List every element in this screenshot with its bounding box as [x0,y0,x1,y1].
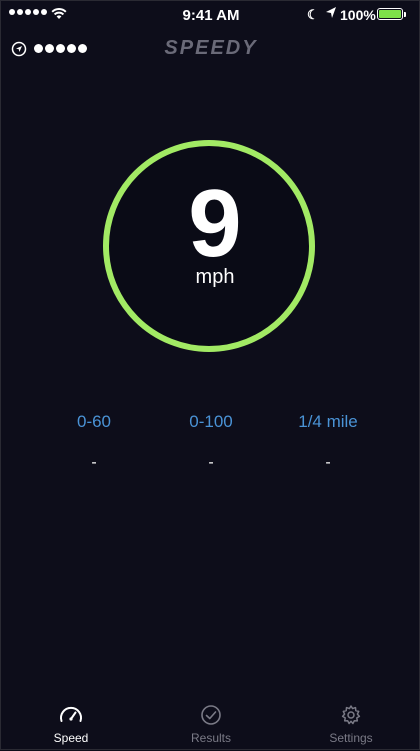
metric-quarter-mile: 1/4 mile - [258,411,398,473]
metric-value: - [325,454,331,471]
battery-icon [377,8,406,20]
speedometer-icon [60,706,82,722]
battery-percentage: 100% [340,7,376,23]
tab-label: Settings [329,731,373,745]
app-screen: 9:41 AM ☾ 100% SPEEDY 9 mph 0-60 - 0-100 [0,0,420,750]
speed-gauge: 9 mph [103,140,315,352]
speed-value: 9 [188,170,242,277]
gear-icon [341,705,361,725]
app-header: SPEEDY [1,29,420,69]
tab-speed[interactable]: Speed [1,699,141,751]
metric-label: 1/4 mile [298,412,358,431]
status-bar: 9:41 AM ☾ 100% [1,1,420,29]
do-not-disturb-icon: ☾ [307,7,319,22]
tab-label: Results [190,731,231,745]
location-arrow-icon [326,7,336,18]
tab-bar: Speed Results Settings [1,699,420,751]
tab-label: Speed [53,731,89,745]
speed-unit: mph [195,266,235,288]
checkmark-circle-icon [201,705,221,725]
tab-settings[interactable]: Settings [281,699,420,751]
app-title: SPEEDY [164,37,258,59]
tab-results[interactable]: Results [141,699,281,751]
